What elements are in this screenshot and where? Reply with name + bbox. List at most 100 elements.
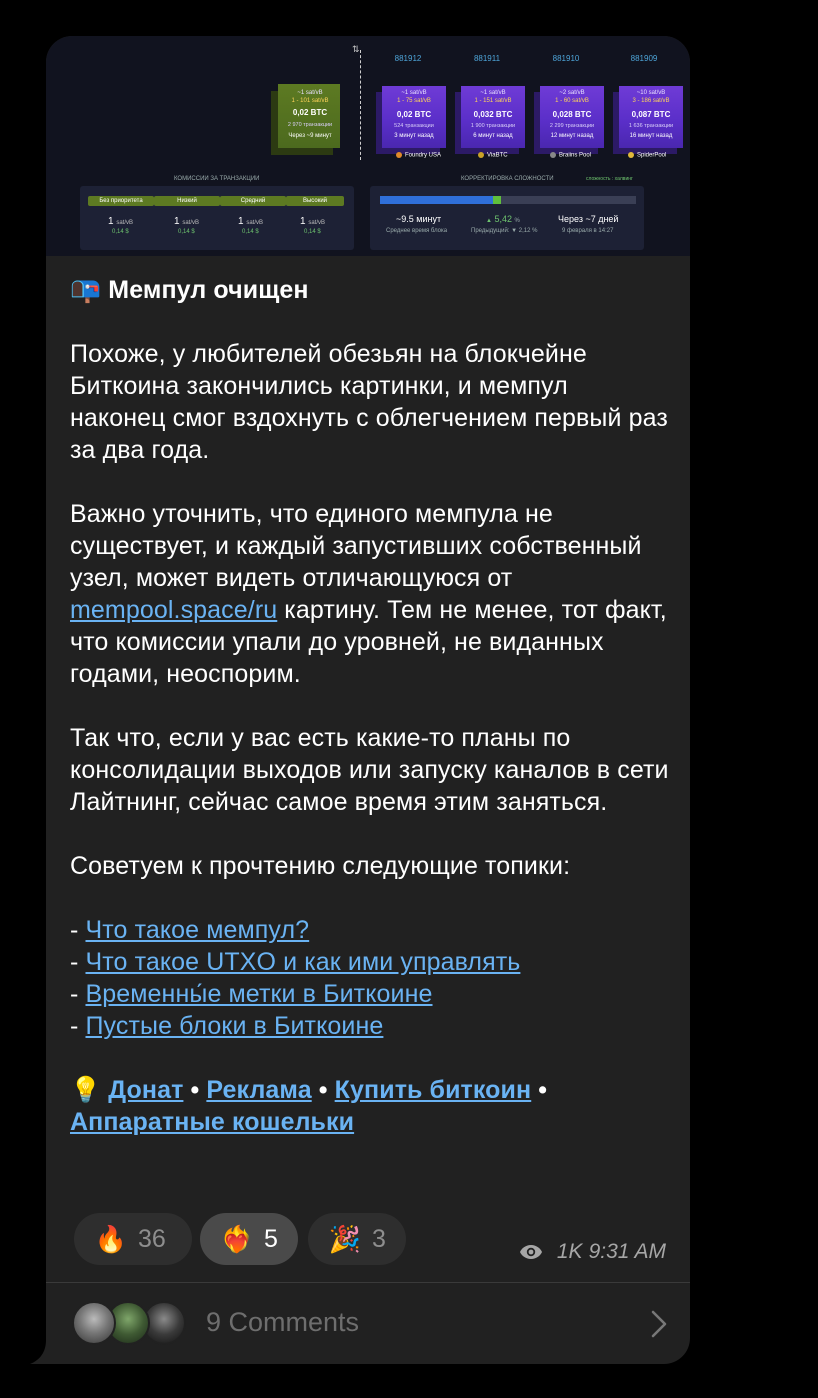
block-tx: 2 299 транзакции (549, 123, 595, 129)
fee-level-label: Высокий (286, 196, 344, 206)
block-height: 881911 (473, 54, 501, 63)
block-btc: 0,02 BTC (292, 108, 328, 117)
block-eta: Через ~9 минут (288, 133, 332, 139)
fee-range: 1 - 75 sat/vB (397, 98, 431, 104)
difficulty-change: ▲ 5,42 % (486, 214, 520, 224)
topic-link[interactable]: Временны́е метки в Биткоине (85, 980, 432, 1008)
topic-link[interactable]: Что такое мемпул? (85, 916, 309, 944)
mempool-link[interactable]: mempool.space/ru (70, 596, 277, 624)
reaction-party[interactable]: 🎉 3 (308, 1213, 406, 1265)
difficulty-bar-fill (380, 196, 493, 204)
pending-block: ~1 sat/vB 1 - 101 sat/vB 0,02 BTC 2 970 … (278, 84, 340, 148)
block-height: 881910 (552, 54, 580, 63)
paragraph: Похоже, у любителей обезьян на блокчейне… (70, 340, 668, 464)
block-btc: 0,028 BTC (552, 110, 592, 119)
topic-link[interactable]: Пустые блоки в Биткоине (85, 1012, 383, 1040)
block-ago: 16 минут назад (629, 133, 673, 139)
party-popper-icon: 🎉 (328, 1223, 362, 1254)
block-tx: 1 900 транзакции (470, 123, 516, 129)
paragraph: Советуем к прочтению следующие топики: (70, 852, 571, 880)
fee-range: 1 - 151 sat/vB (474, 98, 512, 104)
block-tx: 1 636 транзакции (628, 123, 674, 129)
message-bubble: ⇅ 881912 881911 881910 881909 ~1 sat/vB … (46, 36, 690, 1364)
pool-label: Foundry USA (396, 152, 441, 159)
fee-usd: 0,14 $ (242, 229, 259, 235)
list-item: - Пустые блоки в Биткоине (70, 1012, 384, 1040)
block-ago: 12 минут назад (550, 133, 594, 139)
block-height: 881909 (630, 54, 658, 63)
post-title: 📭 Мемпул очищен (70, 274, 670, 306)
fee-value: 1 sat/vB (238, 216, 264, 227)
block-ago: 6 минут назад (473, 133, 513, 139)
ads-link[interactable]: Реклама (206, 1076, 311, 1104)
fee-range: 1 - 60 sat/vB (555, 98, 589, 104)
difficulty-tag: сложность : халвинг (586, 176, 633, 182)
fee-top: ~1 sat/vB (480, 90, 506, 96)
fee-top: ~2 sat/vB (559, 90, 585, 96)
donate-link[interactable]: Донат (108, 1076, 183, 1104)
views-count: 1K (556, 1240, 583, 1263)
fee-top: ~1 sat/vB (401, 90, 427, 96)
reaction-heart-on-fire[interactable]: ❤️‍🔥 5 (200, 1213, 298, 1265)
post-image[interactable]: ⇅ 881912 881911 881910 881909 ~1 sat/vB … (46, 36, 690, 256)
block-divider (360, 50, 361, 160)
arrows-icon: ⇅ (352, 44, 360, 54)
message-time: 9:31 AM (588, 1240, 666, 1263)
fee-level-label: Средний (220, 196, 286, 206)
fee-level-label: Без приоритета (88, 196, 154, 206)
message-meta: 1K 9:31 AM (519, 1240, 666, 1264)
reaction-count: 3 (372, 1224, 386, 1253)
eye-icon (519, 1245, 542, 1259)
mailbox-icon: 📭 (70, 276, 102, 304)
fee-top: ~10 sat/vB (636, 90, 666, 96)
block-height: 881912 (394, 54, 422, 63)
difficulty-previous: Предыдущий: ▼ 2,12 % (471, 228, 538, 234)
list-item: - Что такое мемпул? (70, 916, 310, 944)
block-ago: 3 минут назад (394, 133, 434, 139)
pool-label: ViaBTC (478, 152, 508, 159)
lightbulb-icon: 💡 (70, 1076, 102, 1104)
fee-usd: 0,14 $ (178, 229, 195, 235)
chevron-right-icon (651, 1310, 667, 1338)
pool-logo-icon (550, 152, 556, 158)
post-title-text: Мемпул очищен (108, 276, 309, 304)
fee-top: ~1 sat/vB (297, 90, 323, 96)
fire-icon: 🔥 (94, 1223, 128, 1254)
fee-range: 3 - 186 sat/vB (632, 98, 670, 104)
comments-label: 9 Comments (206, 1307, 360, 1337)
difficulty-title: КОРРЕКТИРОВКА СЛОЖНОСТИ (461, 176, 554, 182)
buy-bitcoin-link[interactable]: Купить биткоин (335, 1076, 532, 1104)
bubble-tail (30, 1340, 56, 1364)
block-tx: 524 транзакции (394, 123, 434, 129)
block-btc: 0,087 BTC (631, 110, 671, 119)
paragraph: Важно уточнить, что единого мемпула не с… (70, 500, 667, 688)
avg-block-time: ~9.5 минут (396, 214, 442, 224)
list-item: - Временны́е метки в Биткоине (70, 980, 433, 1008)
block-tx: 2 970 транзакции (287, 122, 333, 128)
fee-value: 1 sat/vB (108, 216, 134, 227)
list-item: - Что такое UTXO и как ими управлять (70, 948, 521, 976)
paragraph: Так что, если у вас есть какие-то планы … (70, 724, 669, 816)
next-adjustment-date: 9 февраля в 14:27 (562, 228, 614, 234)
reaction-count: 36 (138, 1224, 166, 1253)
mined-block: ~2 sat/vB 1 - 60 sat/vB 0,028 BTC 2 299 … (540, 86, 604, 148)
block-btc: 0,02 BTC (396, 110, 432, 119)
pool-logo-icon (396, 152, 402, 158)
fee-range: 1 - 101 sat/vB (291, 98, 329, 104)
signature: 💡 Донат • Реклама • Купить биткоин • Апп… (70, 1076, 548, 1136)
mined-block: ~1 sat/vB 1 - 75 sat/vB 0,02 BTC 524 тра… (382, 86, 446, 148)
pool-logo-icon (478, 152, 484, 158)
reaction-fire[interactable]: 🔥 36 (74, 1213, 192, 1265)
post-text: 📭 Мемпул очищен Похоже, у любителей обез… (70, 270, 670, 1138)
hardware-wallets-link[interactable]: Аппаратные кошельки (70, 1108, 354, 1136)
mined-block: ~10 sat/vB 3 - 186 sat/vB 0,087 BTC 1 63… (619, 86, 683, 148)
pool-label: SpiderPool (628, 152, 666, 159)
fee-level-label: Низкий (154, 196, 220, 206)
pool-label: Braiins Pool (550, 152, 591, 159)
comments-button[interactable]: 9 Comments (46, 1283, 690, 1364)
topic-list: - Что такое мемпул? - Что такое UTXO и к… (70, 914, 670, 1042)
topic-link[interactable]: Что такое UTXO и как ими управлять (85, 948, 520, 976)
reaction-count: 5 (264, 1224, 278, 1253)
fee-value: 1 sat/vB (174, 216, 200, 227)
fees-title: КОМИССИИ ЗА ТРАНЗАКЦИИ (174, 176, 260, 182)
